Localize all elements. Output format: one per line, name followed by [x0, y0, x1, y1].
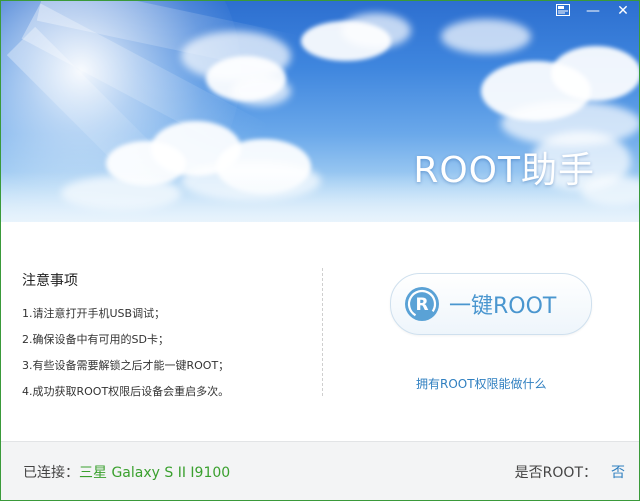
window-controls: — ✕	[555, 4, 631, 18]
root-status-label: 是否ROOT：	[514, 465, 597, 481]
header-banner: ROOT助手 — ✕	[1, 1, 639, 222]
root-icon-letter: R	[415, 295, 428, 315]
connected-label: 已连接：	[23, 465, 79, 481]
notes-heading: 注意事项	[22, 273, 78, 289]
note-item: 3.有些设备需要解锁之后才能一键ROOT；	[22, 359, 230, 372]
cloud	[551, 46, 639, 101]
root-benefits-link[interactable]: 拥有ROOT权限能做什么	[416, 375, 547, 392]
one-click-root-button[interactable]: R 一键ROOT	[390, 273, 592, 335]
status-bar: 已连接：三星 Galaxy S II I9100 是否ROOT： 否	[1, 441, 639, 500]
close-button[interactable]: ✕	[615, 4, 631, 18]
dashed-divider	[322, 268, 323, 396]
minimize-button[interactable]: —	[585, 4, 601, 18]
cloud	[441, 19, 531, 54]
notes-panel: 注意事项 1.请注意打开手机USB调试； 2.确保设备中有可用的SD卡； 3.有…	[22, 270, 307, 410]
app-window: ROOT助手 — ✕ 注意事项 1.请注意打开手机USB调试； 2.确保设备中有…	[0, 0, 640, 501]
notes-list: 1.请注意打开手机USB调试； 2.确保设备中有可用的SD卡； 3.有些设备需要…	[22, 306, 307, 410]
connection-status: 已连接：三星 Galaxy S II I9100	[23, 462, 230, 482]
note-item: 1.请注意打开手机USB调试；	[22, 307, 166, 320]
root-r-icon: R	[405, 287, 439, 321]
note-item: 2.确保设备中有可用的SD卡；	[22, 333, 169, 346]
cloud	[341, 13, 411, 48]
root-status-value: 否	[611, 465, 625, 481]
device-name: 三星 Galaxy S II I9100	[79, 465, 231, 481]
note-item: 4.成功获取ROOT权限后设备会重启多次。	[22, 385, 230, 398]
one-click-root-label: 一键ROOT	[449, 294, 557, 319]
root-status: 是否ROOT： 否	[515, 462, 625, 482]
cloud	[231, 76, 291, 106]
skin-icon[interactable]	[555, 4, 571, 18]
main-content: 注意事项 1.请注意打开手机USB调试； 2.确保设备中有可用的SD卡； 3.有…	[1, 222, 639, 441]
app-title: ROOT助手	[413, 150, 595, 191]
